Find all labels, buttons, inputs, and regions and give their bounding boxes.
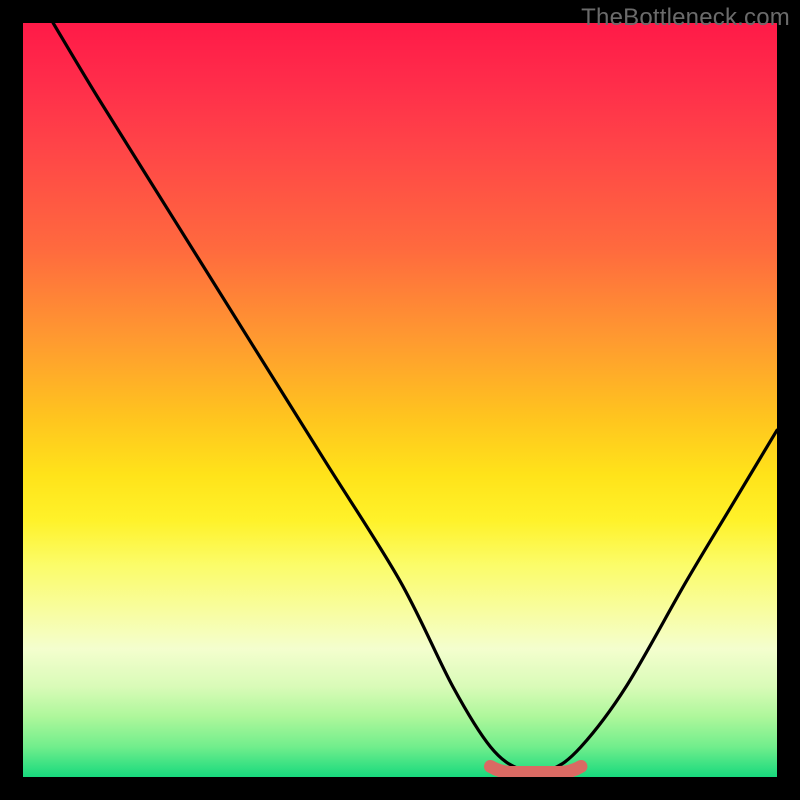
optimal-range-marker xyxy=(490,766,580,772)
bottleneck-curve xyxy=(23,23,777,777)
plot-area xyxy=(23,23,777,777)
watermark-label: TheBottleneck.com xyxy=(581,4,790,32)
curve-path xyxy=(53,23,777,772)
chart-frame: TheBottleneck.com xyxy=(0,0,800,800)
